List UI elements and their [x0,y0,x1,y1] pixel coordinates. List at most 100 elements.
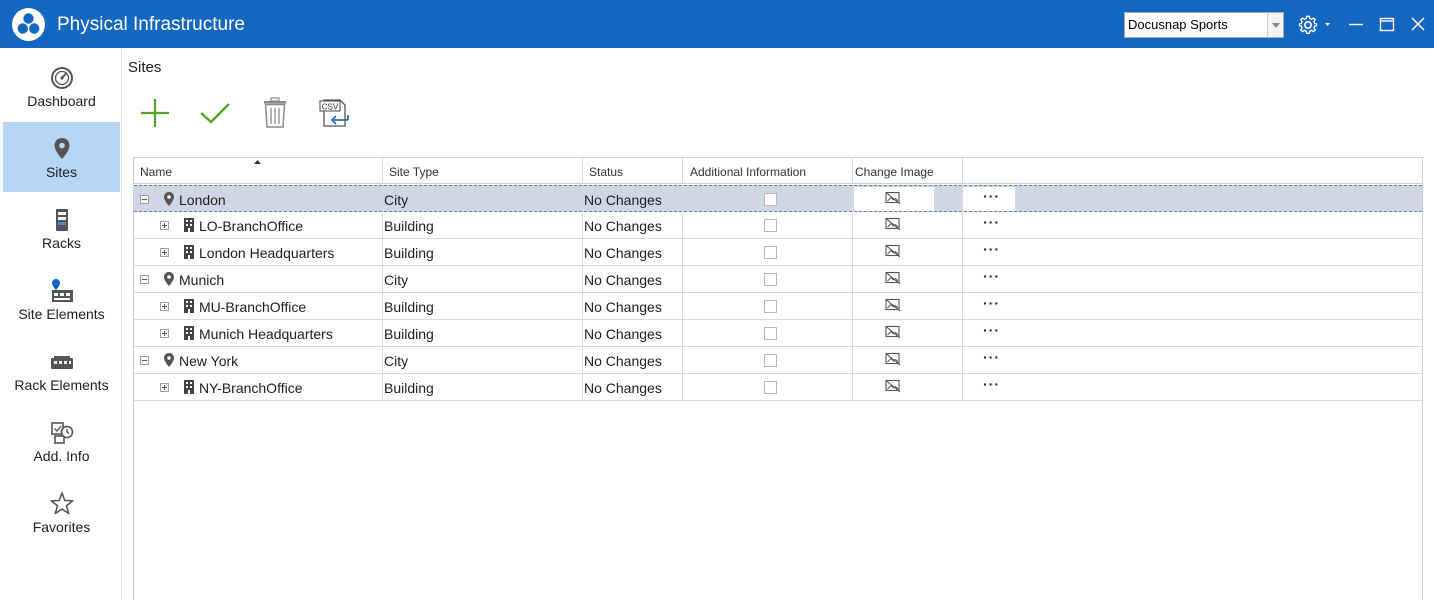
no-image-icon[interactable] [885,191,901,205]
cell-name[interactable]: MU-BranchOffice [134,293,383,319]
page-title: Sites [128,59,162,76]
row-site-type: Building [384,299,434,315]
sidebar-item-additional-info[interactable]: Add. Info [3,406,120,476]
no-image-icon[interactable] [885,379,901,393]
row-name: Munich [179,272,225,288]
delete-trash-icon [264,97,286,128]
cell-site-type[interactable]: Building [383,320,583,346]
expand-icon[interactable] [160,329,169,338]
table-row[interactable]: Munich Headquarters Building No Changes ··· [134,320,1422,347]
more-options-button[interactable]: ··· [983,349,1000,365]
column-header-actions [963,158,1422,184]
more-options-button[interactable]: ··· [983,295,1000,311]
cell-name[interactable]: LO-BranchOffice [134,212,383,238]
cell-status: No Changes [583,374,683,400]
row-name: Munich Headquarters [199,326,333,342]
column-header-status[interactable]: Status [583,158,683,184]
cell-site-type[interactable]: City [383,266,583,292]
no-image-icon[interactable] [885,352,901,366]
cell-site-type[interactable]: Building [383,374,583,400]
cell-site-type[interactable]: City [383,186,583,212]
cell-site-type[interactable]: Building [383,293,583,319]
cell-name[interactable]: London Headquarters [134,239,383,265]
more-options-button[interactable]: ··· [983,322,1000,338]
csv-import-button[interactable]: CSV [318,96,352,130]
more-options-button[interactable]: ··· [983,241,1000,257]
expand-icon[interactable] [160,221,169,230]
no-image-icon[interactable] [885,244,901,258]
cell-change-image [853,212,963,238]
expand-icon[interactable] [160,302,169,311]
expand-icon[interactable] [160,383,169,392]
cell-name[interactable]: Munich [134,266,383,292]
cell-site-type[interactable]: Building [383,212,583,238]
cell-site-type[interactable]: City [383,347,583,373]
more-options-button[interactable]: ··· [983,214,1000,230]
collapse-icon[interactable] [140,356,149,365]
sidebar-item-favorites[interactable]: Favorites [3,477,120,547]
cell-name[interactable]: Munich Headquarters [134,320,383,346]
app-logo-icon [12,8,45,41]
save-button[interactable] [198,96,232,130]
sidebar-item-label: Racks [42,235,81,251]
additional-information-checkbox[interactable] [764,193,777,206]
additional-information-checkbox[interactable] [764,246,777,259]
chevron-down-icon[interactable] [1267,13,1283,37]
sort-ascending-icon [254,160,261,164]
add-button[interactable] [138,96,172,130]
cell-change-image [853,266,963,292]
table-row[interactable]: London Headquarters Building No Changes ··· [134,239,1422,266]
sidebar-item-label: Rack Elements [14,377,109,393]
cell-status: No Changes [583,239,683,265]
expand-icon[interactable] [160,248,169,257]
close-button[interactable] [1408,11,1428,39]
workspace-select[interactable]: Docusnap Sports [1124,12,1284,38]
more-options-button[interactable]: ··· [983,268,1000,284]
table-row[interactable]: LO-BranchOffice Building No Changes ··· [134,212,1422,239]
additional-information-checkbox[interactable] [764,381,777,394]
column-header-change-image[interactable]: Change Image [853,158,963,184]
table-row[interactable]: MU-BranchOffice Building No Changes ··· [134,293,1422,320]
cell-name[interactable]: New York [134,347,383,373]
collapse-icon[interactable] [140,275,149,284]
delete-button[interactable] [258,96,292,130]
table-row[interactable]: Munich City No Changes ··· [134,266,1422,293]
no-image-icon[interactable] [885,271,901,285]
sidebar-item-dashboard[interactable]: Dashboard [3,51,120,121]
no-image-icon[interactable] [885,325,901,339]
additional-information-checkbox[interactable] [764,327,777,340]
additional-information-checkbox[interactable] [764,354,777,367]
column-header-site-type[interactable]: Site Type [383,158,583,184]
no-image-icon[interactable] [885,217,901,231]
title-bar: Physical Infrastructure Docusnap Sports [0,0,1434,48]
row-site-type: Building [384,326,434,342]
cell-additional-information [683,320,853,346]
no-image-icon[interactable] [885,298,901,312]
additional-information-checkbox[interactable] [764,273,777,286]
settings-button[interactable] [1296,11,1332,39]
column-header-additional-information[interactable]: Additional Information [683,158,853,184]
more-options-button[interactable]: ··· [983,376,1000,392]
cell-status: No Changes [583,320,683,346]
cell-additional-information [683,266,853,292]
sidebar-item-site-elements[interactable]: Site Elements [3,264,120,334]
building-icon [184,218,194,232]
minimize-button[interactable] [1346,11,1366,39]
cell-actions: ··· [963,186,1422,212]
cell-site-type[interactable]: Building [383,239,583,265]
additional-information-checkbox[interactable] [764,300,777,313]
cell-name[interactable]: NY-BranchOffice [134,374,383,400]
sidebar-item-sites[interactable]: Sites [3,122,120,192]
sidebar-item-rack-elements[interactable]: Rack Elements [3,335,120,405]
column-header-name[interactable]: Name [134,158,383,184]
collapse-icon[interactable] [140,195,149,204]
table-row[interactable]: London City No Changes ··· [134,185,1422,212]
sidebar-item-racks[interactable]: Racks [3,193,120,263]
cell-name[interactable]: London [134,186,383,212]
more-options-button[interactable]: ··· [983,188,1000,204]
cell-actions: ··· [963,374,1422,400]
additional-information-checkbox[interactable] [764,219,777,232]
table-row[interactable]: NY-BranchOffice Building No Changes ··· [134,374,1422,401]
maximize-button[interactable] [1377,11,1397,39]
table-row[interactable]: New York City No Changes ··· [134,347,1422,374]
